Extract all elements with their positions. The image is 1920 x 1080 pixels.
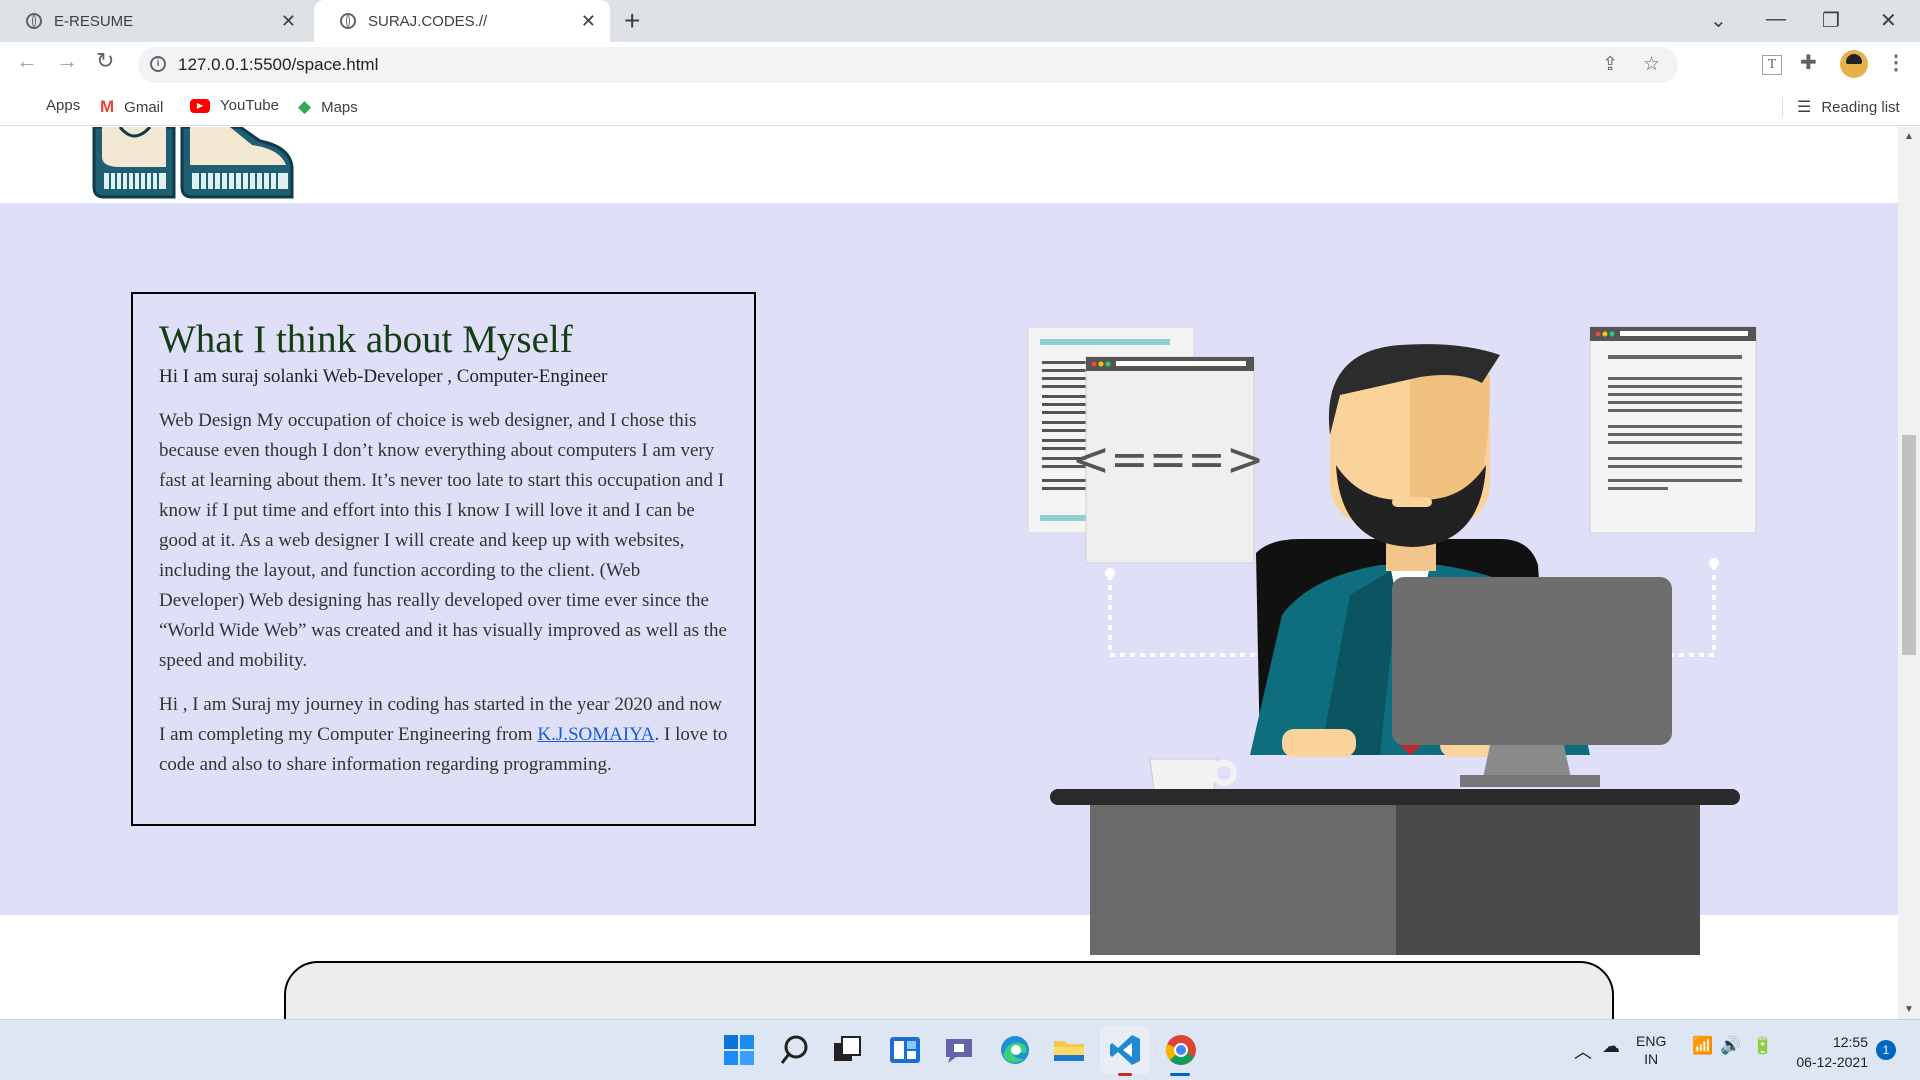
volume-icon[interactable]: 🔊 <box>1720 1036 1741 1056</box>
apps-grid-icon <box>20 98 36 114</box>
globe-icon <box>26 13 42 29</box>
share-icon[interactable]: ⇪ <box>1602 53 1618 76</box>
reading-list-label: Reading list <box>1821 98 1900 116</box>
bookmark-star-icon[interactable]: ☆ <box>1643 53 1660 76</box>
next-section-card <box>284 961 1614 1019</box>
scroll-down-arrow-icon[interactable]: ▼ <box>1904 1004 1914 1015</box>
translate-extension-icon[interactable]: T <box>1762 55 1782 75</box>
code-symbol: <===> <box>1072 432 1265 486</box>
app-active-indicator <box>1170 1073 1190 1076</box>
show-hidden-icons-icon[interactable]: ︿ <box>1574 1038 1592 1064</box>
about-section: What I think about Myself Hi I am suraj … <box>0 203 1898 955</box>
region-text: IN <box>1644 1051 1659 1067</box>
page-scrollbar[interactable]: ▲ ▼ <box>1898 127 1920 1019</box>
bookmarks-bar: Apps M Gmail ▶ YouTube ◆ Maps ☰ Reading … <box>0 88 1920 126</box>
minimize-button[interactable]: — <box>1766 8 1786 31</box>
address-bar[interactable]: i 127.0.0.1:5500/space.html ⇪ ☆ <box>138 47 1678 83</box>
vscode-icon[interactable] <box>1108 1033 1142 1067</box>
youtube-icon: ▶ <box>190 98 210 113</box>
menu-icon[interactable]: ⋮ <box>1886 50 1906 75</box>
widgets-icon[interactable] <box>888 1033 922 1067</box>
gmail-icon: M <box>100 97 115 116</box>
tab-label: E-RESUME <box>54 12 134 30</box>
tab-strip: E-RESUME ✕ SURAJ.CODES.// ✕ + ⌄ — ❐ ✕ <box>0 0 1920 42</box>
restore-button[interactable]: ❐ <box>1822 8 1840 33</box>
tab-label: SURAJ.CODES.// <box>368 12 488 30</box>
bookmark-apps[interactable]: Apps <box>20 97 80 114</box>
forward-icon[interactable]: → <box>56 48 78 74</box>
language-text: ENG <box>1636 1033 1667 1049</box>
bookmark-youtube[interactable]: ▶ YouTube <box>190 97 279 114</box>
avatar[interactable] <box>1840 50 1868 78</box>
time-text: 12:55 <box>1832 1034 1868 1050</box>
onedrive-icon[interactable]: ☁ <box>1602 1036 1620 1057</box>
tab-e-resume[interactable]: E-RESUME ✕ <box>0 0 310 42</box>
developer-illustration: <===> <box>1027 326 1757 955</box>
close-window-button[interactable]: ✕ <box>1880 8 1897 33</box>
chrome-icon[interactable] <box>1164 1033 1198 1067</box>
page-viewport: What I think about Myself Hi I am suraj … <box>0 127 1898 1019</box>
windows-taskbar: ︿ ☁ ENG IN 📶 🔊 🔋 12:55 06-12-2021 1 <box>0 1019 1920 1080</box>
bookmark-label: Maps <box>321 98 358 116</box>
reload-icon[interactable]: ↻ <box>96 48 114 74</box>
about-title: What I think about Myself <box>159 318 573 361</box>
extensions-icon[interactable]: ✚ <box>1800 50 1817 75</box>
new-tab-button[interactable]: + <box>624 6 640 36</box>
windows-start-icon[interactable] <box>722 1033 756 1067</box>
about-paragraph-1: Web Design My occupation of choice is we… <box>159 410 727 671</box>
scroll-thumb[interactable] <box>1902 435 1916 655</box>
teams-chat-icon[interactable] <box>942 1033 976 1067</box>
bookmark-gmail[interactable]: M Gmail <box>100 97 163 117</box>
about-card: What I think about Myself Hi I am suraj … <box>131 292 756 826</box>
edge-icon[interactable] <box>998 1033 1032 1067</box>
globe-icon <box>340 13 356 29</box>
about-paragraph-2: Hi , I am Suraj my journey in coding has… <box>159 690 728 780</box>
bookmark-label: Gmail <box>124 98 164 116</box>
bookmark-label: YouTube <box>220 97 279 114</box>
wifi-icon[interactable]: 📶 <box>1692 1036 1713 1056</box>
browser-toolbar: ← → ↻ i 127.0.0.1:5500/space.html ⇪ ☆ <box>0 42 1920 88</box>
language-indicator[interactable]: ENG IN <box>1636 1032 1666 1068</box>
notification-badge[interactable]: 1 <box>1876 1040 1896 1060</box>
app-running-indicator <box>1118 1073 1132 1076</box>
reading-list-icon: ☰ <box>1797 99 1812 116</box>
clock[interactable]: 12:55 06-12-2021 <box>1792 1032 1868 1072</box>
bookmark-maps[interactable]: ◆ Maps <box>298 97 358 117</box>
back-icon[interactable]: ← <box>16 48 38 74</box>
search-icon[interactable] <box>778 1033 812 1067</box>
bookmark-label: Apps <box>46 97 81 114</box>
shoes-illustration <box>92 127 294 199</box>
battery-icon[interactable]: 🔋 <box>1752 1036 1773 1056</box>
kj-somaiya-link[interactable]: K.J.SOMAIYA <box>537 724 654 745</box>
reading-list-button[interactable]: ☰ Reading list <box>1782 97 1900 117</box>
close-icon[interactable]: ✕ <box>581 11 596 32</box>
task-view-icon[interactable] <box>830 1033 864 1067</box>
tab-search-icon[interactable]: ⌄ <box>1710 8 1727 33</box>
date-text: 06-12-2021 <box>1796 1054 1868 1070</box>
tab-suraj-codes[interactable]: SURAJ.CODES.// ✕ <box>314 0 610 42</box>
maps-icon: ◆ <box>298 97 312 116</box>
about-subtitle: Hi I am suraj solanki Web-Developer , Co… <box>159 366 608 387</box>
url-text[interactable]: 127.0.0.1:5500/space.html <box>178 55 378 75</box>
site-info-icon[interactable]: i <box>150 56 166 72</box>
file-explorer-icon[interactable] <box>1052 1033 1086 1067</box>
scroll-up-arrow-icon[interactable]: ▲ <box>1904 131 1914 142</box>
close-icon[interactable]: ✕ <box>281 11 296 32</box>
